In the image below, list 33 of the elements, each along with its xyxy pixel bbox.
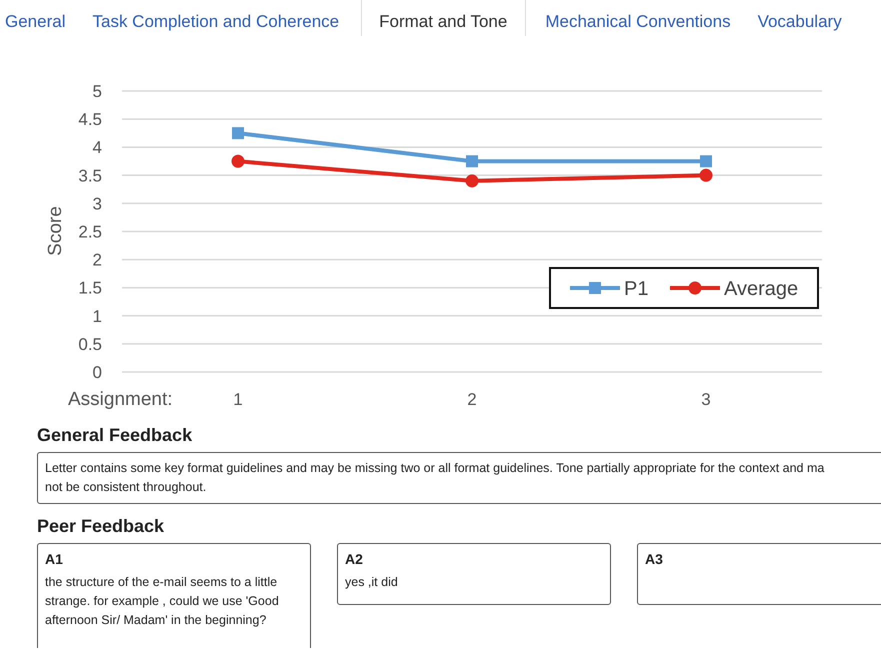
axis-tick-label: 1.5	[78, 278, 102, 298]
axis-tick-label: 1	[233, 390, 243, 409]
axis-tick-label: 2	[467, 390, 477, 409]
axis-tick-label: 4	[92, 138, 102, 158]
legend-key-icon	[570, 282, 620, 294]
card-title: A2	[345, 551, 364, 567]
legend-label: Average	[724, 278, 798, 300]
tab[interactable]: Vocabulary	[752, 0, 864, 36]
axis-tick-label: 4.5	[78, 110, 102, 130]
feedback-box: Letter contains some key format guidelines and may be missing two or all format guidelines. Tone partially appropriate for the context and ma not be consistent throughout.	[37, 452, 881, 504]
axis-title: Assignment:	[68, 389, 173, 410]
axis-tick-label: 5	[92, 82, 102, 101]
card-title: A1	[45, 551, 64, 567]
axis-tick-label: 3.5	[78, 166, 102, 186]
axis-tick-label: 0.5	[78, 334, 102, 354]
card-title: A3	[645, 551, 664, 567]
feedback-text: yes ,it did	[345, 574, 399, 591]
section-heading: General Feedback	[37, 425, 192, 446]
axis-tick-label: 3	[92, 194, 102, 214]
tab[interactable]: Task Completion and Coherence	[87, 0, 362, 36]
section-heading: Peer Feedback	[37, 516, 164, 537]
legend-key-icon	[670, 282, 720, 294]
axis-title: Score	[45, 206, 66, 256]
tab[interactable]: General	[0, 0, 88, 36]
axis-tick-label: 3	[701, 390, 711, 409]
axis-tick-label: 1	[92, 306, 102, 326]
axis-tick-label: 2	[92, 250, 102, 270]
tab[interactable]: Mechanical Conventions	[540, 0, 753, 36]
tab[interactable]: Format and Tone	[361, 0, 526, 36]
legend-label: P1	[624, 278, 648, 300]
axis-tick-label: 0	[92, 363, 102, 382]
feedback-text: the structure of the e-mail seems to a little strange. for example , could we use 'Good afternoon Sir/ Madam' in the beginning?	[45, 574, 280, 629]
axis-tick-label: 2.5	[78, 222, 102, 242]
